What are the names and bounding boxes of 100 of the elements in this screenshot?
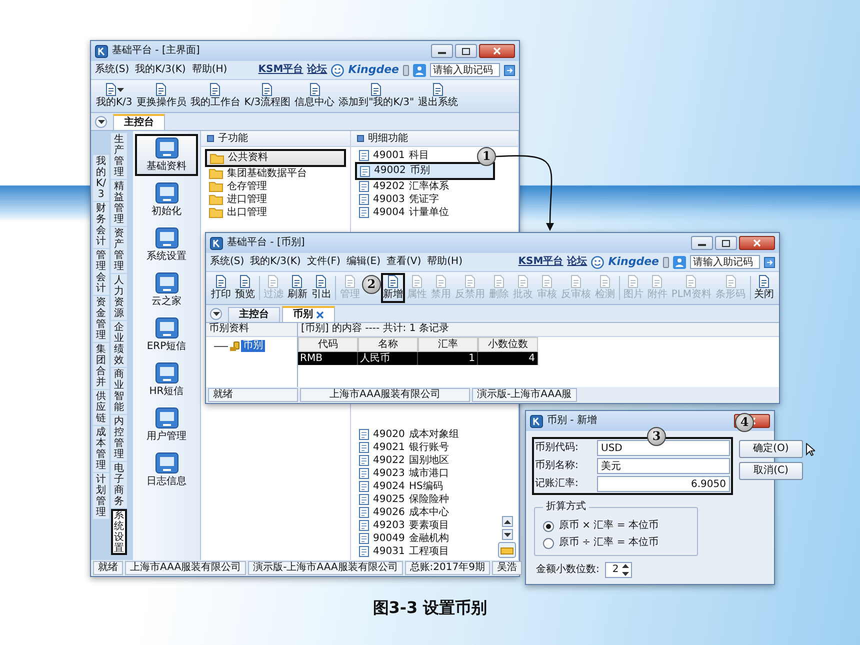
menu-item[interactable]: 编辑(E) xyxy=(346,256,380,268)
maximize-button[interactable] xyxy=(715,236,737,250)
side-tab[interactable]: 企业绩效 xyxy=(111,321,127,367)
search-field[interactable]: 请输入助记码 xyxy=(430,63,500,77)
scroll-up-button[interactable] xyxy=(502,516,512,527)
header-link[interactable]: KSM平台 xyxy=(258,64,304,76)
menu-item[interactable]: 帮助(H) xyxy=(192,64,228,76)
header-link[interactable]: 论坛 xyxy=(567,256,588,268)
search-field[interactable]: 请输入助记码 xyxy=(690,255,760,269)
list-item[interactable]: 公共资料 xyxy=(205,149,346,167)
input-field[interactable]: USD xyxy=(597,440,730,456)
list-item[interactable]: 出口管理 xyxy=(205,206,346,219)
module-button[interactable]: HR短信 xyxy=(135,359,198,401)
table-row[interactable]: RMB 人民币 1 4 xyxy=(298,352,779,365)
menu-item[interactable]: 帮助(H) xyxy=(427,256,462,268)
tab[interactable]: 主控台 xyxy=(113,114,165,130)
module-button[interactable]: 系统设置 xyxy=(135,224,198,266)
maximize-button[interactable] xyxy=(455,44,477,58)
tab[interactable]: 币别 xyxy=(282,306,335,322)
minimize-button[interactable] xyxy=(691,236,713,250)
radio-button[interactable] xyxy=(543,520,554,532)
header-link[interactable]: 论坛 xyxy=(307,64,328,76)
folder-icon xyxy=(209,194,223,205)
tile-icon xyxy=(154,407,178,429)
list-item[interactable]: 49003 凭证字 xyxy=(355,193,514,206)
side-tab[interactable]: 生产管理 xyxy=(111,133,127,179)
menu-item[interactable]: 查看(V) xyxy=(386,256,422,268)
menu-item[interactable]: 文件(F) xyxy=(306,256,340,268)
input-field[interactable]: 6.9050 xyxy=(597,476,730,492)
side-tab[interactable]: 资金管理 xyxy=(93,296,109,342)
list-item[interactable]: 49022 国别地区 xyxy=(355,454,492,467)
list-item[interactable]: 49025 保险险种 xyxy=(355,493,492,506)
module-button[interactable]: ERP短信 xyxy=(135,314,198,356)
side-tab[interactable]: 计划管理 xyxy=(93,473,109,519)
go-icon xyxy=(764,256,775,268)
toolbar-button[interactable]: 预览 xyxy=(233,273,257,303)
side-tab[interactable]: 资产管理 xyxy=(111,227,127,273)
number-spinner[interactable]: 2 xyxy=(605,562,632,578)
input-field[interactable]: 美元 xyxy=(597,458,730,474)
toolbar-button[interactable]: 新增 xyxy=(380,273,405,303)
tab-menu-button[interactable] xyxy=(210,308,222,320)
module-button[interactable]: 初始化 xyxy=(135,179,198,221)
side-tab[interactable]: 集团合并 xyxy=(93,343,109,389)
module-button[interactable]: 基础资料 xyxy=(135,134,198,176)
side-tab[interactable]: 精益管理 xyxy=(111,180,127,226)
tree-item[interactable]: 币别 xyxy=(241,340,265,352)
menu-item[interactable]: 系统(S) xyxy=(95,64,130,76)
list-item[interactable]: 49002 币别 xyxy=(355,162,495,180)
list-item[interactable]: 49021 银行账号 xyxy=(355,441,492,454)
side-tab[interactable]: 人力资源 xyxy=(111,274,127,320)
toolbar-button[interactable]: 我的工作台 xyxy=(188,81,242,111)
toolbar-button[interactable]: 引出 xyxy=(309,273,334,303)
toolbar-button[interactable]: 信息中心 xyxy=(292,81,337,111)
menu-item[interactable]: 我的K/3(K) xyxy=(135,64,186,76)
list-item[interactable]: 49026 成本中心 xyxy=(355,506,492,519)
list-item[interactable]: 仓存管理 xyxy=(205,180,346,193)
menu-item[interactable]: 系统(S) xyxy=(210,256,244,268)
close-button[interactable] xyxy=(479,44,515,58)
toolbar-button[interactable]: 刷新 xyxy=(285,273,310,303)
side-tab[interactable]: 商业智能 xyxy=(111,368,127,414)
list-item[interactable]: 49020 成本对象组 xyxy=(355,428,492,441)
radio-button[interactable] xyxy=(543,538,554,548)
side-tab[interactable]: 供应链 xyxy=(93,390,109,425)
list-item[interactable]: 49031 工程项目 xyxy=(355,545,492,558)
toolbar-button[interactable]: K/3流程图 xyxy=(242,81,293,111)
status-text: 上海市AAA服装有限公司 xyxy=(125,561,246,575)
tab-menu-button[interactable] xyxy=(95,116,107,128)
dialog-button[interactable]: 取消(C) xyxy=(739,462,803,480)
list-item[interactable]: 49024 HS编码 xyxy=(355,480,492,493)
minimize-button[interactable] xyxy=(431,44,453,58)
toolbar-button[interactable]: 打印 xyxy=(209,273,233,303)
toolbar-button[interactable]: 关闭 xyxy=(752,273,776,303)
module-button[interactable]: 云之家 xyxy=(135,269,198,311)
list-item[interactable]: 49202 汇率体系 xyxy=(355,180,514,193)
list-item[interactable]: 90049 金融机构 xyxy=(355,532,492,545)
dialog-button[interactable]: 确定(O) xyxy=(739,440,803,458)
toolbar-button[interactable]: 我的K/3 xyxy=(94,81,134,111)
toolbar-button[interactable]: 添加到"我的K/3" xyxy=(336,81,416,111)
list-item[interactable]: 49023 城市港口 xyxy=(355,467,492,480)
module-button[interactable]: 日志信息 xyxy=(135,449,198,491)
menu-item[interactable]: 我的K/3(K) xyxy=(250,256,301,268)
side-tab[interactable]: 管理会计 xyxy=(93,249,109,295)
list-item[interactable]: 49004 计量单位 xyxy=(355,206,514,219)
side-tab[interactable]: 电子商务 xyxy=(111,462,127,508)
tab[interactable]: 主控台 xyxy=(228,307,280,322)
side-tab[interactable]: 财务会计 xyxy=(93,202,109,248)
module-button[interactable]: 用户管理 xyxy=(135,404,198,446)
document-icon xyxy=(359,546,369,557)
side-tab[interactable]: 成本管理 xyxy=(93,426,109,472)
list-item[interactable]: 49203 要素项目 xyxy=(355,519,492,532)
side-tab[interactable]: 我的K/3 xyxy=(93,155,109,201)
scroll-down-button[interactable] xyxy=(502,529,512,540)
toolbar-button[interactable]: 退出系统 xyxy=(416,81,460,111)
header-link[interactable]: KSM平台 xyxy=(518,256,564,268)
list-item[interactable]: 进口管理 xyxy=(205,193,346,206)
toolbar-button[interactable]: 更换操作员 xyxy=(134,81,188,111)
side-tab[interactable]: 内控管理 xyxy=(111,415,127,461)
close-button[interactable] xyxy=(739,236,775,250)
list-item[interactable]: 集团基础数据平台 xyxy=(205,167,346,180)
document-icon xyxy=(492,275,505,288)
